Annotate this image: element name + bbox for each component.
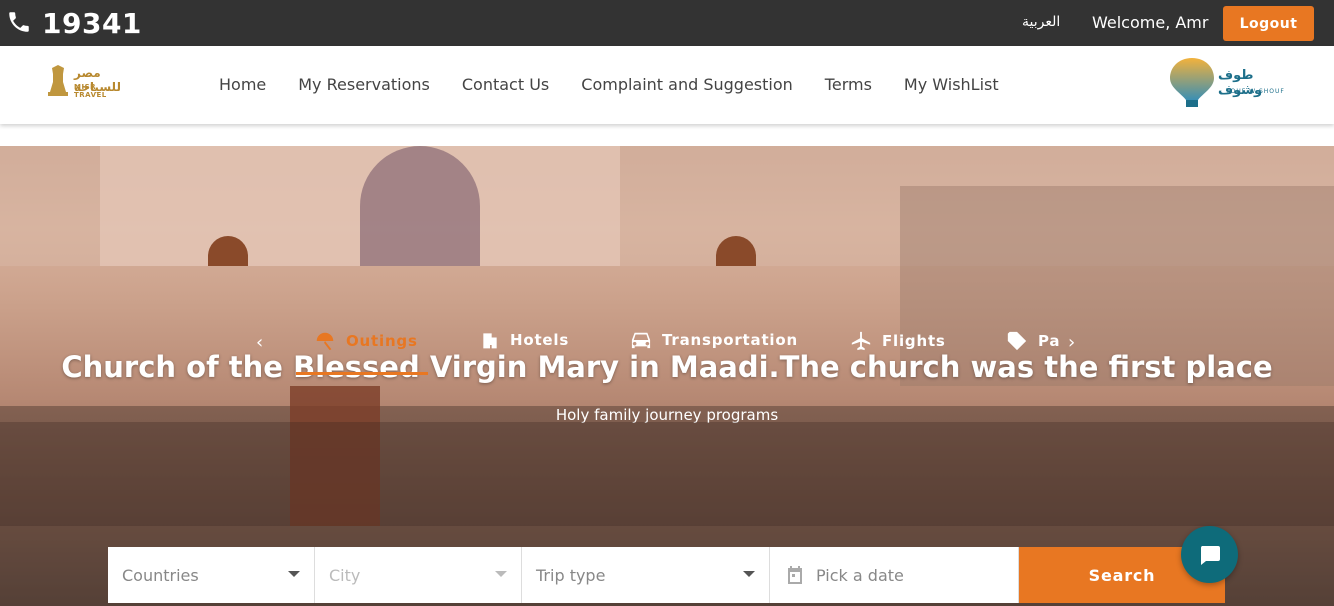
phone-icon <box>6 9 32 39</box>
tag-icon <box>1007 331 1027 351</box>
tab-packages-label: Pa <box>1038 332 1061 350</box>
tab-outings[interactable]: Outings <box>314 330 418 352</box>
city-select[interactable]: City <box>315 547 522 603</box>
pharaoh-icon <box>48 65 68 96</box>
tabs-next-arrow-icon[interactable]: › <box>1068 332 1075 353</box>
trip-type-select[interactable]: Trip type <box>522 547 770 603</box>
nav-terms[interactable]: Terms <box>825 75 872 94</box>
chat-icon <box>1200 545 1220 565</box>
chevron-down-icon <box>288 571 300 577</box>
tab-hotels-label: Hotels <box>510 331 570 349</box>
search-form: Countries City Trip type Pick a date Sea… <box>108 547 1225 603</box>
nav-contact-us[interactable]: Contact Us <box>462 75 549 94</box>
active-tab-underline <box>296 372 428 375</box>
touf-w-shouf-logo[interactable]: طوف وشوف TOUF W SHOUF <box>1168 56 1298 110</box>
nav-links: Home My Reservations Contact Us Complain… <box>219 75 1031 94</box>
date-picker-field[interactable]: Pick a date <box>770 547 1019 603</box>
tab-flights[interactable]: Flights <box>850 330 946 352</box>
car-icon <box>631 332 651 349</box>
chevron-down-icon <box>495 571 507 577</box>
welcome-text: Welcome, Amr <box>1092 13 1209 32</box>
logout-button[interactable]: Logout <box>1223 6 1314 41</box>
tabs-prev-arrow-icon[interactable]: ‹ <box>256 332 263 353</box>
nav-my-wishlist[interactable]: My WishList <box>904 75 999 94</box>
building-icon <box>483 333 497 349</box>
date-placeholder: Pick a date <box>816 565 904 585</box>
nav-my-reservations[interactable]: My Reservations <box>298 75 430 94</box>
tab-outings-label: Outings <box>346 332 418 350</box>
countries-placeholder: Countries <box>122 565 199 585</box>
tab-strip-overlay <box>0 422 1334 526</box>
plane-icon <box>851 331 871 351</box>
phone-contact[interactable]: 19341 <box>6 7 142 40</box>
trip-type-placeholder: Trip type <box>536 565 606 585</box>
umbrella-icon <box>316 332 334 351</box>
phone-number: 19341 <box>42 7 142 40</box>
tab-transportation-label: Transportation <box>662 331 798 349</box>
misr-travel-logo[interactable]: مصر للسياحة MISR TRAVEL <box>44 64 124 100</box>
misr-travel-logo-english: MISR TRAVEL <box>74 83 107 99</box>
city-placeholder: City <box>329 565 361 585</box>
hot-air-balloon-icon <box>1170 58 1214 107</box>
tab-flights-label: Flights <box>882 332 946 350</box>
nav-home[interactable]: Home <box>219 75 266 94</box>
calendar-icon <box>788 566 802 584</box>
tab-hotels[interactable]: Hotels <box>480 330 569 350</box>
main-navbar: مصر للسياحة MISR TRAVEL Home My Reservat… <box>0 46 1334 124</box>
tab-packages[interactable]: Pa <box>1006 330 1060 352</box>
nav-complaint-suggestion[interactable]: Complaint and Suggestion <box>581 75 793 94</box>
top-bar: 19341 العربية Welcome, Amr Logout <box>0 0 1334 46</box>
language-switch-link[interactable]: العربية <box>1022 14 1060 30</box>
countries-select[interactable]: Countries <box>108 547 315 603</box>
touf-logo-english: TOUF W SHOUF <box>1226 88 1285 95</box>
chat-button[interactable] <box>1181 526 1238 583</box>
service-tabs: ‹ Outings Hotels Transportation Flights … <box>248 326 1086 378</box>
tab-transportation[interactable]: Transportation <box>630 330 798 350</box>
chevron-down-icon <box>743 571 755 577</box>
